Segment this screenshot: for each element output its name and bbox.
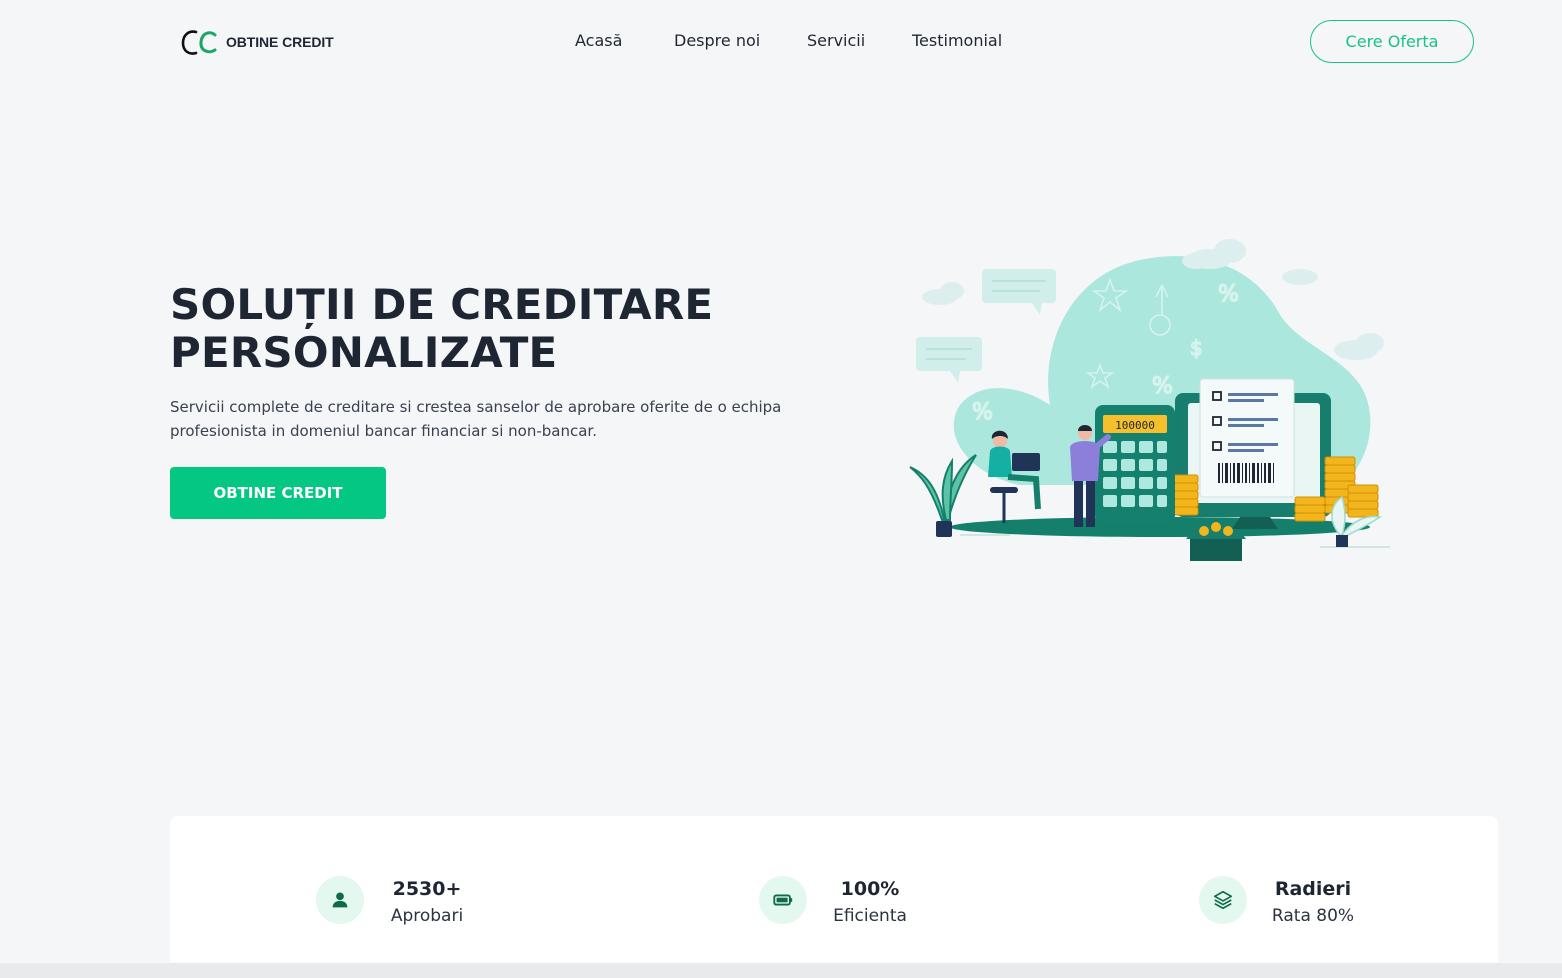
svg-text:%: % — [1152, 374, 1173, 399]
nav-services[interactable]: Servicii — [807, 31, 865, 50]
request-offer-button[interactable]: Cere Oferta — [1310, 20, 1474, 63]
page-bottom-edge — [0, 963, 1562, 978]
stat-label: Eficienta — [833, 906, 907, 926]
layers-icon — [1199, 876, 1247, 924]
logo-text: OBTINE CREDIT — [226, 34, 334, 50]
oc-monogram-icon — [181, 30, 217, 55]
stat-value: 100% — [840, 878, 900, 900]
svg-text:%: % — [1218, 282, 1239, 307]
stat-label: Rata 80% — [1271, 906, 1355, 926]
calculator-display: 100000 — [1115, 419, 1155, 432]
stats-card: 2530+ Aprobari 100% Eficienta Radieri Ra… — [170, 816, 1498, 978]
battery-icon — [759, 876, 807, 924]
hero-subtitle: Servicii complete de creditare si creste… — [170, 398, 782, 440]
svg-text:%: % — [972, 400, 993, 425]
nav-home[interactable]: Acasă — [575, 31, 622, 50]
nav-testimonial[interactable]: Testimonial — [912, 31, 1002, 50]
svg-text:$: $ — [1190, 336, 1203, 360]
get-credit-button[interactable]: OBTINE CREDIT — [170, 467, 386, 519]
stat-value: Radieri — [1274, 878, 1352, 900]
hero-title: SOLUȚII DE CREDITARE PERSONALIZATE — [170, 281, 830, 377]
finance-illustration: % % % $ 100000 — [909, 239, 1390, 561]
site-header: OBTINE CREDIT Acasă Despre noi Servicii … — [0, 0, 1562, 84]
logo[interactable]: OBTINE CREDIT — [180, 26, 334, 58]
stat-value: 2530+ — [392, 878, 462, 900]
nav-about[interactable]: Despre noi — [674, 31, 760, 50]
hero-title-line-2: PERSONALIZATE — [170, 328, 558, 377]
user-icon — [316, 876, 364, 924]
hero-title-line-1: SOLUȚII DE CREDITARE — [170, 280, 714, 329]
stat-label: Aprobari — [390, 906, 464, 926]
